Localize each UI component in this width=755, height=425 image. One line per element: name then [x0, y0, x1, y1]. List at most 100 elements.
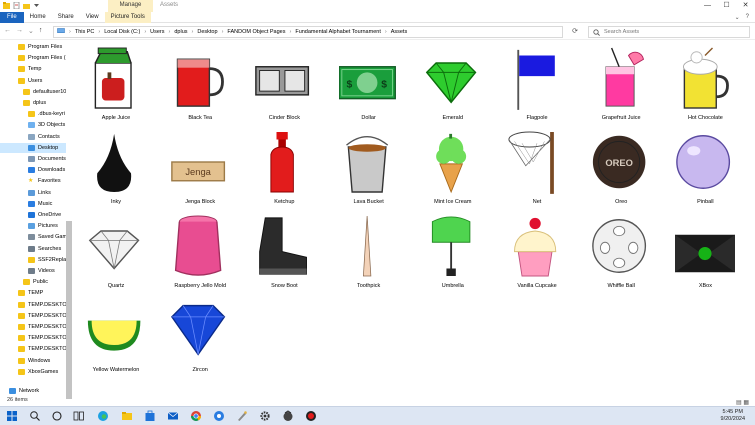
manage-context-tab[interactable]: Manage — [108, 0, 153, 12]
sidebar-item[interactable]: Users — [18, 76, 66, 86]
breadcrumb-item[interactable]: Fundamental Alphabet Tournament — [295, 29, 381, 35]
sidebar-item[interactable]: Videos — [28, 266, 66, 276]
file-item[interactable]: Net — [497, 125, 577, 209]
file-item[interactable]: Inky — [76, 125, 156, 209]
file-item[interactable]: Vanilla Cupcake — [497, 209, 577, 293]
maximize-button[interactable]: ☐ — [717, 0, 736, 12]
address-bar[interactable]: › This PC › Local Disk (C:) › Users › dplus › Des… — [53, 26, 563, 38]
file-item[interactable]: Apple Juice — [76, 41, 156, 125]
file-item[interactable]: Quartz — [76, 209, 156, 293]
record-app-icon[interactable] — [305, 410, 317, 422]
breadcrumb-item[interactable]: Assets — [391, 29, 408, 35]
sidebar-item[interactable]: SSF2Replays — [28, 255, 66, 265]
sidebar-item[interactable]: TEMP.DESKTO — [18, 333, 66, 343]
up-button[interactable]: ↑ — [39, 27, 43, 35]
file-item[interactable]: OREO Oreo — [581, 125, 661, 209]
sidebar-item[interactable]: TEMP — [18, 288, 66, 298]
tab-home[interactable]: Home — [24, 12, 52, 23]
sidebar-item[interactable]: Saved Game — [28, 232, 66, 242]
refresh-button[interactable]: ⟳ — [569, 26, 581, 38]
mail-icon[interactable] — [167, 410, 179, 422]
breadcrumb-separator[interactable]: › — [169, 29, 171, 35]
sidebar-scrollbar[interactable] — [66, 221, 72, 399]
properties-icon[interactable] — [13, 1, 20, 10]
file-item[interactable]: Mint Ice Cream — [413, 125, 493, 209]
system-clock[interactable]: 5:45 PM 9/20/2024 — [721, 409, 745, 423]
breadcrumb-item[interactable]: Local Disk (C:) — [104, 29, 140, 35]
dropdown-arrow-icon[interactable] — [33, 2, 40, 9]
sidebar-item[interactable]: Program Files — [18, 42, 66, 52]
new-folder-icon[interactable] — [23, 2, 30, 9]
breadcrumb-separator[interactable]: › — [289, 29, 291, 35]
file-item[interactable]: Zircon — [160, 293, 240, 377]
search-icon[interactable] — [29, 410, 41, 422]
sidebar-item[interactable]: OneDrive — [28, 210, 66, 220]
breadcrumb-item[interactable]: Users — [150, 29, 164, 35]
file-item[interactable]: Raspberry Jello Mold — [160, 209, 240, 293]
search-box[interactable]: Search Assets — [588, 26, 750, 38]
breadcrumb-item[interactable]: Desktop — [197, 29, 217, 35]
sidebar-item[interactable]: Pictures — [28, 221, 66, 231]
sidebar-item[interactable]: TEMP.DESKTO — [18, 344, 66, 354]
breadcrumb-separator[interactable]: › — [69, 29, 71, 35]
file-item[interactable]: $ $ Dollar — [329, 41, 409, 125]
search-input[interactable]: Search Assets — [604, 29, 639, 35]
file-item[interactable]: Jenga Jenga Block — [160, 125, 240, 209]
sidebar-item[interactable]: TEMP.DESKTO — [18, 311, 66, 321]
sidebar-item[interactable]: ★ Favorites — [28, 176, 66, 186]
sidebar-item[interactable]: Contacts — [28, 132, 66, 142]
sidebar-item[interactable]: TEMP.DESKTO — [18, 300, 66, 310]
back-button[interactable]: ← — [4, 27, 11, 35]
tab-file[interactable]: File — [0, 11, 24, 23]
close-button[interactable]: ✕ — [736, 0, 755, 12]
help-icon[interactable]: ? — [746, 14, 749, 21]
sidebar-item[interactable]: Desktop — [0, 142, 66, 153]
settings-icon[interactable] — [259, 410, 271, 422]
file-item[interactable]: Cinder Block — [244, 41, 324, 125]
sidebar-item[interactable]: Links — [28, 188, 66, 198]
file-item[interactable]: Whiffle Ball — [581, 209, 661, 293]
file-item[interactable]: Snow Boot — [244, 209, 324, 293]
sidebar-item[interactable]: Searches — [28, 244, 66, 254]
expand-ribbon-icon[interactable]: ⌄ — [735, 14, 740, 21]
breadcrumb-separator[interactable]: › — [222, 29, 224, 35]
file-item[interactable]: XBox — [665, 209, 745, 293]
sidebar-item[interactable]: Windows — [18, 356, 66, 366]
chrome-icon[interactable] — [190, 410, 202, 422]
file-explorer-icon[interactable] — [121, 410, 133, 422]
file-item[interactable]: Ketchup — [244, 125, 324, 209]
breadcrumb-separator[interactable]: › — [144, 29, 146, 35]
file-item[interactable]: Emerald — [413, 41, 493, 125]
breadcrumb-item[interactable]: This PC — [75, 29, 95, 35]
edge-icon[interactable] — [97, 410, 109, 422]
sidebar-item[interactable]: TEMP.DESKTO — [18, 322, 66, 332]
forward-button[interactable]: → — [16, 27, 23, 35]
file-item[interactable]: Hot Chocolate — [665, 41, 745, 125]
cortana-icon[interactable] — [51, 410, 63, 422]
sidebar-item[interactable]: XboxGames — [18, 367, 66, 377]
file-item[interactable]: Flagpole — [497, 41, 577, 125]
breadcrumb-separator[interactable]: › — [192, 29, 194, 35]
task-view-icon[interactable] — [73, 410, 85, 422]
breadcrumb-item[interactable]: FANDOM Object Pages — [227, 29, 285, 35]
file-item[interactable]: Umbrella — [413, 209, 493, 293]
sidebar-item[interactable]: Downloads — [28, 165, 66, 175]
file-item[interactable]: Toothpick — [329, 209, 409, 293]
file-item[interactable]: Grapefruit Juice — [581, 41, 661, 125]
game-app-icon[interactable] — [282, 410, 294, 422]
file-item[interactable]: Pinball — [665, 125, 745, 209]
recent-locations-button[interactable]: ⌄ — [28, 27, 34, 35]
breadcrumb-separator[interactable]: › — [98, 29, 100, 35]
sidebar-item[interactable]: Temp — [18, 64, 66, 74]
file-item[interactable]: Lava Bucket — [329, 125, 409, 209]
sidebar-item[interactable]: Music — [28, 199, 66, 209]
photos-icon[interactable] — [213, 410, 225, 422]
sidebar-item[interactable]: defaultuser10 — [23, 87, 66, 97]
tab-view[interactable]: View — [80, 12, 105, 23]
sidebar-item[interactable]: .dbus-keyri — [28, 109, 66, 119]
tab-share[interactable]: Share — [52, 12, 80, 23]
start-button[interactable] — [6, 410, 18, 422]
minimize-button[interactable]: — — [698, 0, 717, 12]
file-item[interactable]: Black Tea — [160, 41, 240, 125]
breadcrumb-item[interactable]: dplus — [174, 29, 187, 35]
